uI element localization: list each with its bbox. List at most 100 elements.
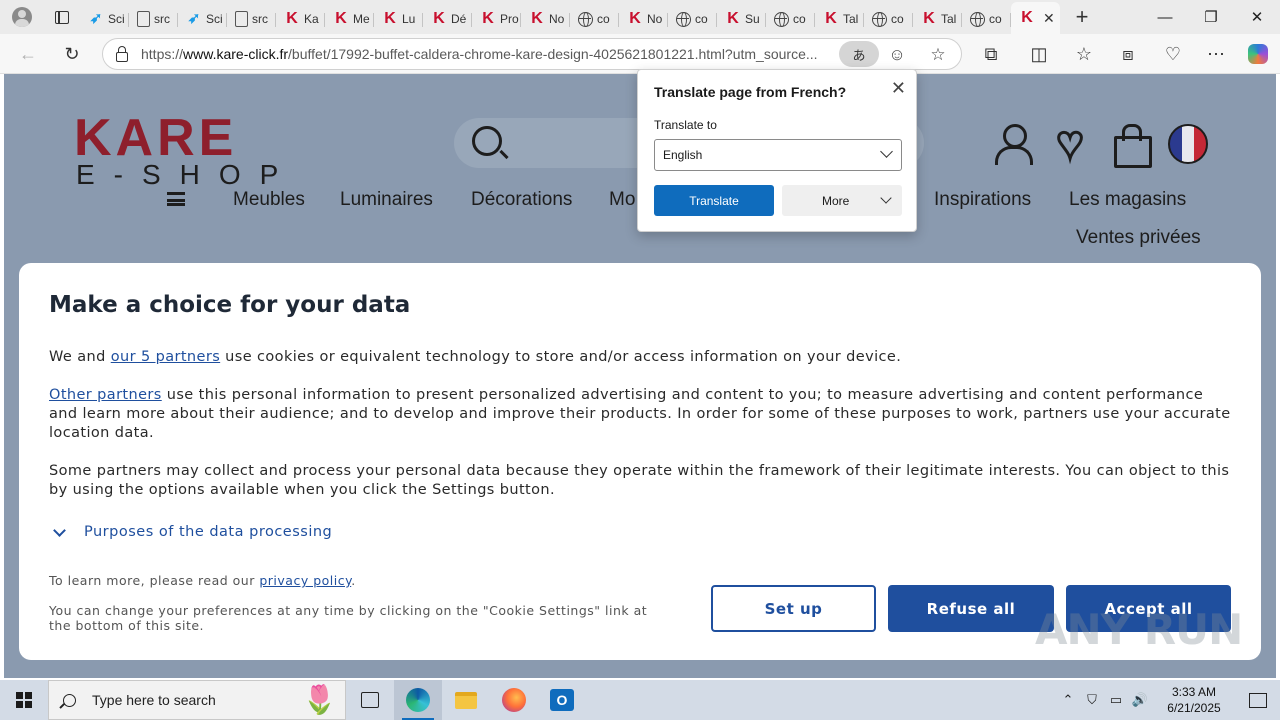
menu-item-les-magasins[interactable]: Les magasins	[1069, 189, 1186, 211]
browser-essentials-button[interactable]: ♡	[1157, 38, 1189, 70]
tab[interactable]: co	[962, 4, 1011, 34]
extensions-button[interactable]: ⧉	[975, 38, 1007, 70]
volume-icon[interactable]: 🔊	[1128, 680, 1152, 720]
taskbar-file-explorer[interactable]	[442, 680, 490, 720]
menu-item-decorations[interactable]: Décorations	[471, 189, 572, 211]
restore-button[interactable]: ❐	[1188, 0, 1234, 34]
logo-wordmark: KARE	[74, 109, 238, 167]
menu-item-meubles[interactable]: Meubles	[233, 189, 305, 211]
network-icon[interactable]: ▭	[1104, 680, 1128, 720]
change-preferences-text: You can change your preferences at any t…	[49, 603, 648, 633]
kare-favicon-icon: K	[923, 10, 935, 27]
tab[interactable]: ➶ Sci	[178, 4, 227, 34]
tab[interactable]: src	[227, 4, 276, 34]
tab-title: co	[891, 12, 904, 26]
privacy-policy-text: To learn more, please read our privacy p…	[49, 573, 356, 588]
globe-icon	[578, 11, 593, 27]
refuse-all-button[interactable]: Refuse all	[888, 585, 1054, 632]
tab-title: Sci	[108, 12, 125, 26]
target-language-select[interactable]: English	[654, 139, 902, 171]
menu-item-inspirations[interactable]: Inspirations	[934, 189, 1031, 211]
url-text[interactable]: https://www.kare-click.fr/buffet/17992-b…	[141, 46, 831, 62]
security-icon[interactable]: ⛉	[1080, 680, 1104, 720]
taskbar-firefox[interactable]	[490, 680, 538, 720]
site-info-button[interactable]	[103, 45, 141, 62]
menu-item-luminaires[interactable]: Luminaires	[340, 189, 433, 211]
tab-title: co	[695, 12, 708, 26]
favorites-button[interactable]: ☆	[1068, 38, 1100, 70]
kare-favicon-icon: K	[1021, 9, 1033, 26]
show-hidden-icons-chevron-icon[interactable]: ⌃	[1056, 680, 1080, 720]
taskbar-outlook[interactable]: O	[538, 680, 586, 720]
start-button[interactable]	[0, 680, 48, 720]
task-view-icon	[361, 692, 379, 708]
tab-title: src	[252, 12, 268, 26]
firefox-icon	[502, 688, 526, 712]
url-host: www.kare-click.fr	[183, 46, 289, 62]
intro-text-end: use cookies or equivalent technology to …	[220, 349, 902, 365]
translate-more-button[interactable]: More	[782, 185, 902, 216]
tab-title: Pro	[500, 12, 519, 26]
partners-text-body: use this personal information to present…	[49, 387, 1231, 441]
menu-item-mo[interactable]: Mo	[609, 189, 635, 211]
collections-button[interactable]: ⧈	[1112, 38, 1144, 70]
tab[interactable]: co	[864, 4, 913, 34]
minimize-button[interactable]: —	[1142, 0, 1188, 34]
notification-center-button[interactable]	[1236, 680, 1280, 720]
profile-button[interactable]	[0, 0, 44, 34]
new-tab-button[interactable]: +	[1060, 0, 1104, 34]
reading-view-button[interactable]: ☺	[886, 44, 908, 66]
tab[interactable]: K Lu	[374, 4, 423, 34]
tab[interactable]: K Su	[717, 4, 766, 34]
translate-confirm-button[interactable]: Translate	[654, 185, 774, 216]
wishlist-heart-icon[interactable]: ♥	[1048, 118, 1092, 167]
tab[interactable]: co	[766, 4, 815, 34]
tab[interactable]: ➶ Sci	[80, 4, 129, 34]
search-icon	[63, 693, 76, 707]
system-clock[interactable]: 3:33 AM 6/21/2025	[1152, 684, 1236, 716]
translate-button[interactable]: あ	[839, 41, 879, 67]
privacy-policy-link[interactable]: privacy policy	[259, 573, 351, 588]
account-icon[interactable]	[992, 122, 1036, 166]
back-button[interactable]: ←	[8, 38, 48, 70]
tab[interactable]: co	[570, 4, 619, 34]
close-window-button[interactable]: ✕	[1234, 0, 1280, 34]
close-tab-icon[interactable]: ✕	[1043, 10, 1055, 27]
taskbar-edge[interactable]	[394, 680, 442, 720]
hamburger-menu-icon[interactable]	[167, 192, 185, 206]
tab[interactable]: src	[129, 4, 178, 34]
setup-button[interactable]: Set up	[711, 585, 876, 632]
task-view-button[interactable]	[346, 680, 394, 720]
tab[interactable]: K Pro	[472, 4, 521, 34]
french-flag-icon[interactable]	[1168, 124, 1208, 164]
close-icon[interactable]: ✕	[891, 78, 906, 99]
taskbar-search-box[interactable]: Type here to search 🌷	[48, 680, 346, 720]
cart-bag-icon[interactable]	[1110, 122, 1154, 168]
tab[interactable]: K No	[521, 4, 570, 34]
tab[interactable]: K Tal	[815, 4, 864, 34]
favorite-star-button[interactable]: ☆	[927, 44, 949, 66]
address-bar[interactable]: https://www.kare-click.fr/buffet/17992-b…	[102, 38, 962, 70]
tab-strip: ➶ Sci src ➶ Sci src K Ka K Me K Lu K Dé K Pro K No co K No co…	[0, 0, 1280, 34]
tab[interactable]: K No	[619, 4, 668, 34]
other-partners-link[interactable]: Other partners	[49, 387, 162, 403]
settings-more-button[interactable]: ⋯	[1200, 38, 1232, 70]
tab-active[interactable]: K ✕	[1011, 2, 1060, 34]
anyrun-watermark: ANY RUN	[1035, 605, 1243, 654]
our-partners-link[interactable]: our 5 partners	[111, 349, 220, 365]
logo-subtitle: E-SHOP	[76, 159, 298, 190]
tab[interactable]: K Ka	[276, 4, 325, 34]
tab-title: Dé	[451, 12, 467, 26]
tab[interactable]: K Tal	[913, 4, 962, 34]
refresh-button[interactable]: ↻	[52, 38, 92, 70]
tab-actions-button[interactable]	[44, 0, 80, 34]
tab[interactable]: co	[668, 4, 717, 34]
menu-item-ventes-privees[interactable]: Ventes privées	[1076, 227, 1201, 249]
split-screen-button[interactable]: ◫	[1023, 38, 1055, 70]
tab[interactable]: K Me	[325, 4, 374, 34]
kare-logo[interactable]: KARE E-SHOP	[74, 109, 304, 189]
purposes-expander[interactable]: Purposes of the data processing	[49, 523, 332, 540]
copilot-button[interactable]	[1242, 38, 1274, 70]
tab-title: Tal	[843, 12, 859, 26]
tab[interactable]: K Dé	[423, 4, 472, 34]
